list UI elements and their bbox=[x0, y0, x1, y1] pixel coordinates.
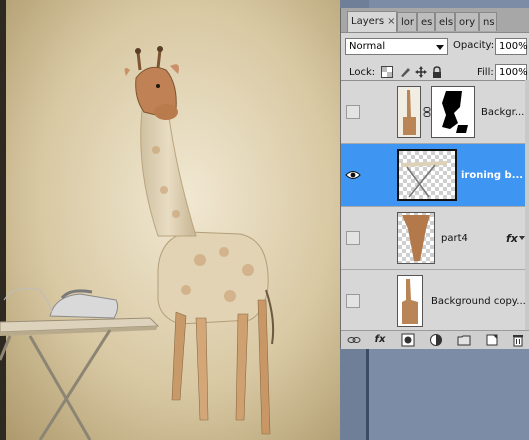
tab-color-label: lor bbox=[401, 17, 415, 28]
mask-shape-icon bbox=[432, 87, 474, 137]
lock-transparency-icon[interactable] bbox=[381, 66, 393, 78]
giraffe-thumbnail-icon bbox=[398, 276, 422, 326]
layer-row[interactable]: ironing b... bbox=[341, 144, 525, 207]
lock-pixels-icon[interactable] bbox=[399, 66, 411, 78]
opacity-input[interactable]: 100% bbox=[495, 38, 528, 55]
layer-thumbnail bbox=[397, 86, 421, 138]
document-canvas[interactable] bbox=[0, 0, 340, 440]
window-divider bbox=[366, 345, 369, 440]
layer-row[interactable]: Backgr... bbox=[341, 81, 525, 144]
tab-actions-label: ns bbox=[483, 17, 495, 28]
blend-mode-value: Normal bbox=[349, 41, 386, 52]
close-icon[interactable]: × bbox=[387, 16, 395, 27]
layer-name[interactable]: ironing b... bbox=[461, 170, 523, 181]
chevron-down-icon bbox=[436, 45, 444, 50]
fill-input[interactable]: 100% bbox=[495, 64, 528, 81]
tab-swatches-label: es bbox=[421, 17, 433, 28]
trash-icon[interactable] bbox=[511, 333, 525, 347]
fx-icon[interactable]: fx bbox=[373, 333, 387, 347]
fx-badge[interactable]: fx bbox=[506, 232, 518, 245]
layer-thumbnail bbox=[397, 149, 457, 201]
adjustment-icon[interactable] bbox=[429, 333, 443, 347]
fill-label: Fill: bbox=[477, 67, 494, 78]
eye-icon[interactable] bbox=[345, 169, 361, 181]
visibility-toggle[interactable] bbox=[346, 105, 360, 119]
part-thumbnail-icon bbox=[398, 213, 434, 263]
layer-thumbnail bbox=[397, 275, 423, 327]
layer-name[interactable]: Background copy... bbox=[431, 296, 525, 307]
visibility-toggle[interactable] bbox=[346, 231, 360, 245]
opacity-label: Opacity: bbox=[453, 40, 495, 51]
layer-row[interactable]: part4 fx bbox=[341, 207, 525, 270]
tab-swatches[interactable]: es bbox=[417, 12, 435, 31]
layer-thumbnail bbox=[397, 212, 435, 264]
group-folder-icon[interactable] bbox=[457, 333, 471, 347]
ironing-board-thumbnail-icon bbox=[399, 151, 455, 199]
layer-name[interactable]: part4 bbox=[441, 233, 468, 244]
link-icon[interactable] bbox=[347, 333, 361, 347]
tab-color[interactable]: lor bbox=[397, 12, 417, 31]
layer-row[interactable]: Background copy... bbox=[341, 270, 525, 331]
layer-mask-thumbnail[interactable] bbox=[431, 86, 475, 138]
layers-panel: Layers × lor es els ory ns Normal Opacity… bbox=[340, 8, 529, 349]
layer-name[interactable]: Backgr... bbox=[481, 107, 524, 118]
canvas-artwork bbox=[0, 0, 340, 440]
new-layer-icon[interactable] bbox=[485, 333, 499, 347]
tab-channels-label: els bbox=[439, 17, 454, 28]
mask-icon[interactable] bbox=[401, 333, 415, 347]
panel-tab-strip: Layers × lor es els ory ns bbox=[341, 8, 529, 33]
layers-bottom-bar: fx bbox=[341, 330, 529, 349]
tab-layers[interactable]: Layers × bbox=[347, 11, 397, 32]
tab-layers-label: Layers bbox=[351, 16, 385, 27]
layer-list: Backgr... ironing b... part4 fx Backgrou… bbox=[341, 80, 525, 331]
giraffe-thumbnail-icon bbox=[398, 87, 420, 137]
tab-channels[interactable]: els bbox=[435, 12, 455, 31]
blend-row: Normal Opacity: 100% bbox=[341, 37, 529, 59]
lock-all-icon[interactable] bbox=[431, 66, 443, 78]
blend-mode-select[interactable]: Normal bbox=[345, 38, 448, 55]
tab-history[interactable]: ory bbox=[455, 12, 479, 31]
chain-link-icon[interactable] bbox=[423, 107, 431, 117]
lock-position-icon[interactable] bbox=[415, 66, 427, 78]
tab-actions[interactable]: ns bbox=[479, 12, 497, 31]
layers-scrollbar[interactable] bbox=[525, 80, 529, 330]
visibility-toggle[interactable] bbox=[346, 294, 360, 308]
lock-label: Lock: bbox=[349, 67, 376, 78]
tab-history-label: ory bbox=[459, 17, 476, 28]
